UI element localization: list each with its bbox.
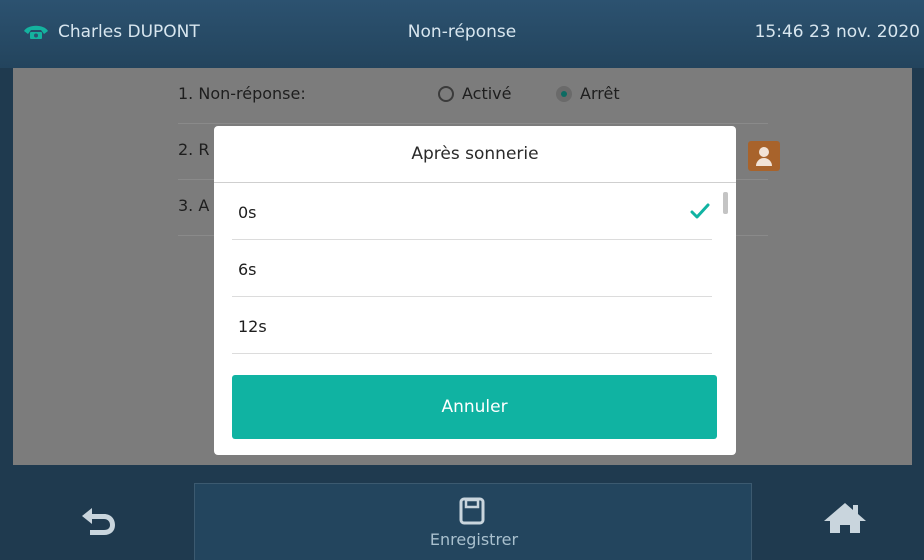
setting-label: 3. A: [178, 196, 210, 215]
radio-label: Activé: [462, 84, 512, 103]
date-time: 15:46 23 nov. 2020: [754, 22, 920, 42]
radio-disabled[interactable]: Arrêt: [556, 84, 620, 103]
ring-delay-dialog: Après sonnerie 0s 6s 12s Annuler: [214, 126, 736, 455]
option-label: 6s: [238, 260, 257, 279]
floppy-disk-icon: [459, 497, 485, 525]
option-label: 0s: [238, 203, 257, 222]
cancel-button[interactable]: Annuler: [232, 375, 717, 439]
home-icon[interactable]: [820, 497, 870, 537]
contact-icon[interactable]: [748, 141, 780, 171]
option-item[interactable]: 6s: [232, 240, 712, 297]
setting-row-no-answer: 1. Non-réponse: Activé Arrêt: [178, 68, 768, 124]
save-button[interactable]: Enregistrer: [194, 483, 752, 560]
radio-enabled[interactable]: Activé: [438, 84, 512, 103]
save-label: Enregistrer: [429, 530, 519, 549]
option-item[interactable]: 12s: [232, 297, 712, 354]
checkmark-icon: [690, 203, 710, 219]
softkey-bar: Enregistrer: [0, 465, 924, 560]
scrollbar[interactable]: [723, 192, 728, 214]
setting-label: 2. R: [178, 140, 210, 159]
status-bar: Charles DUPONT Non-réponse 15:46 23 nov.…: [0, 0, 924, 68]
option-label: 12s: [238, 317, 267, 336]
option-item[interactable]: 0s: [232, 183, 712, 240]
radio-label: Arrêt: [580, 84, 620, 103]
dialog-title: Après sonnerie: [411, 144, 539, 164]
radio-selected-icon: [556, 85, 572, 102]
setting-label: 1. Non-réponse:: [178, 84, 306, 103]
back-icon[interactable]: [70, 500, 130, 540]
radio-circle-icon: [438, 85, 454, 102]
